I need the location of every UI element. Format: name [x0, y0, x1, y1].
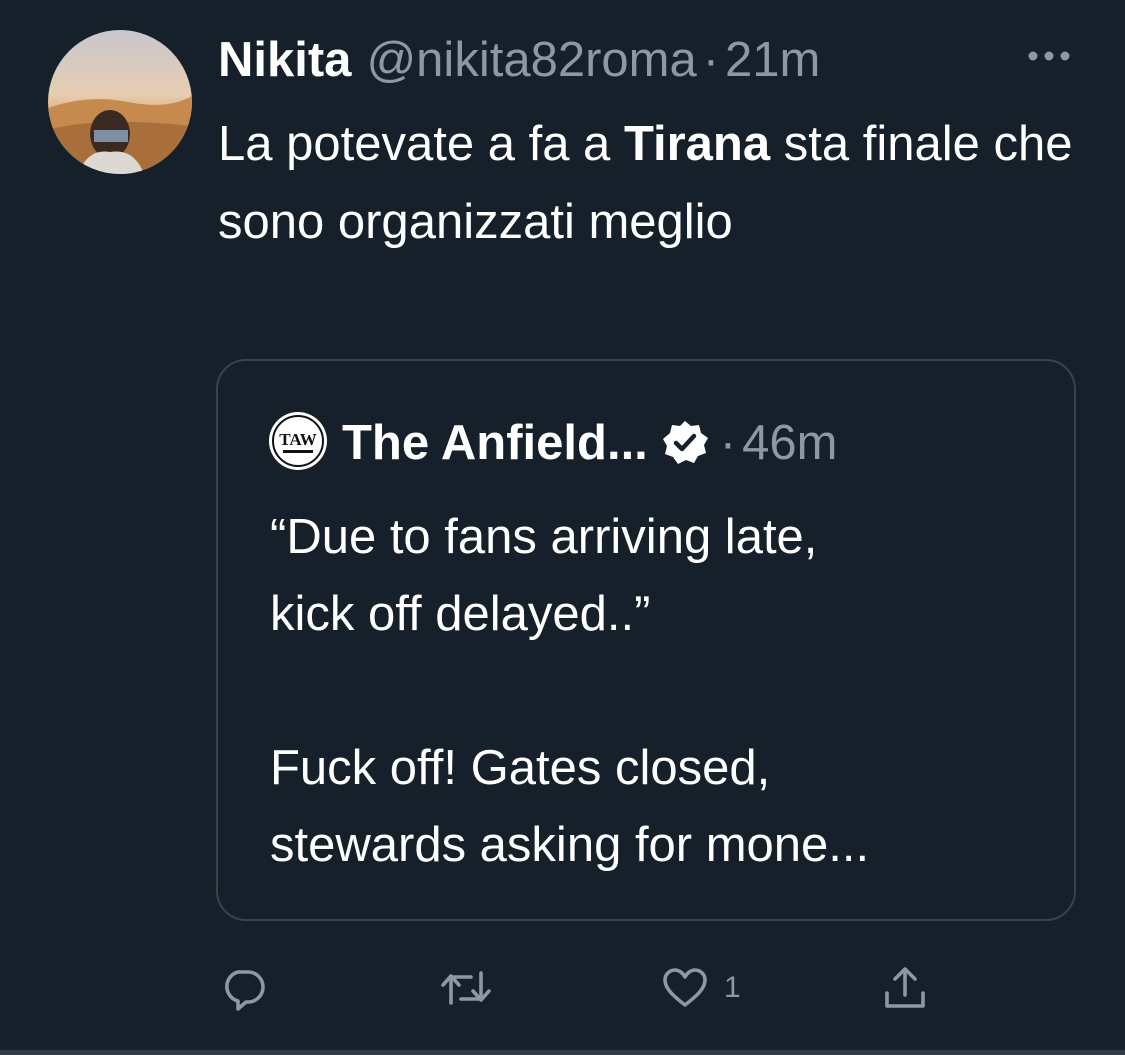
retweet-icon	[441, 971, 491, 1005]
tweet[interactable]: Nikita @nikita82roma · 21m La potevate a…	[0, 0, 1125, 1050]
quoted-avatar-text: TAW	[279, 430, 316, 449]
tweet-text-part: La potevate a fa a	[218, 117, 624, 171]
quoted-tweet-header: The Anfield... · 46m	[342, 411, 837, 475]
share-button[interactable]	[880, 958, 930, 1018]
author-name[interactable]: Nikita	[218, 32, 351, 88]
tweet-actions: 1	[218, 958, 978, 1018]
reply-button[interactable]	[218, 958, 268, 1018]
tweet-timestamp[interactable]: 21m	[725, 32, 820, 88]
more-horizontal-icon	[1028, 51, 1070, 61]
heart-icon	[663, 968, 707, 1007]
quoted-tweet-timestamp[interactable]: 46m	[742, 415, 837, 471]
quoted-tweet[interactable]: TAW The Anfield... · 46m “Due to fans ar…	[216, 359, 1076, 921]
tweet-header: Nikita @nikita82roma · 21m	[218, 30, 820, 90]
divider	[0, 1050, 1125, 1055]
quoted-author-avatar[interactable]: TAW	[268, 411, 328, 471]
quoted-author-name[interactable]: The Anfield...	[342, 415, 648, 471]
author-handle[interactable]: @nikita82roma	[366, 32, 696, 88]
retweet-button[interactable]	[438, 958, 494, 1018]
like-count: 1	[724, 971, 741, 1004]
more-options-button[interactable]	[1024, 36, 1074, 76]
reply-icon	[225, 970, 265, 1011]
separator-dot: ·	[702, 33, 720, 87]
like-button[interactable]: 1	[660, 958, 741, 1018]
separator-dot: ·	[719, 416, 737, 470]
tweet-text-bold: Tirana	[623, 117, 771, 171]
tweet-text: La potevate a fa a Tirana sta finale che…	[218, 105, 1078, 261]
avatar-photo	[48, 30, 192, 174]
share-icon	[885, 967, 925, 1008]
verified-badge-icon	[660, 418, 710, 468]
author-avatar[interactable]	[48, 30, 192, 174]
quoted-avatar-logo: TAW	[269, 412, 327, 470]
quoted-tweet-text: “Due to fans arriving late, kick off del…	[270, 510, 870, 872]
